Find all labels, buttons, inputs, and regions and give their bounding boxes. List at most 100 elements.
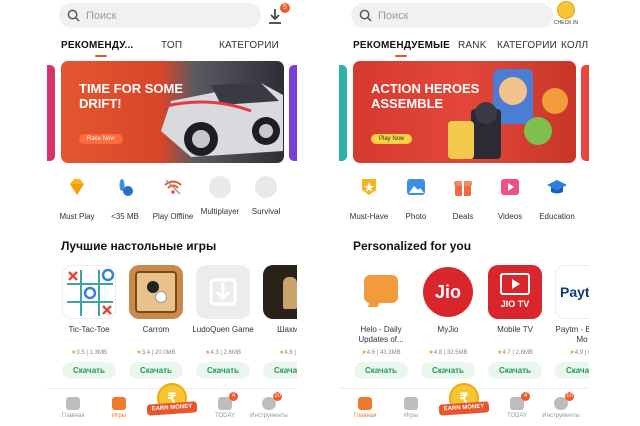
app-name: Mobile TV	[497, 325, 533, 334]
banner-title: TIME FOR SOME DRIFT!	[79, 81, 183, 111]
category-shortcuts: Must-Have Photo Deals Videos Education	[339, 176, 589, 222]
search-icon	[359, 9, 372, 22]
nav-label: TODAY	[214, 413, 236, 419]
banner-prev-peek[interactable]	[339, 65, 347, 161]
earn-money-button[interactable]: ₹ EARN MONEY	[438, 383, 490, 423]
category-shortcuts: Must Play <35 MB Play Offline Multiplaye…	[47, 176, 297, 222]
jio-icon: Jio	[421, 265, 475, 319]
tab-recommended[interactable]: РЕКОМЕНДУ...	[61, 40, 133, 51]
tab-rank[interactable]: RANK	[458, 40, 487, 51]
download-app-button[interactable]: Скачать	[196, 362, 250, 379]
nav-label: Игры	[403, 413, 419, 419]
nav-games[interactable]: Игры	[99, 397, 139, 419]
app-meta: ★4.3 | 2.6MB	[205, 350, 241, 356]
games-icon	[404, 397, 418, 410]
app-name: Paytm - B UPI, Mo	[555, 325, 589, 344]
app-card-chess[interactable]: Шахма ★4.6 | 2 Скачать	[257, 265, 297, 379]
banner-cta-button[interactable]: Race Now	[79, 134, 123, 144]
search-bar[interactable]: Поиск	[351, 3, 553, 28]
nav-today[interactable]: 4 TODAY	[497, 392, 537, 419]
download-button[interactable]: 5	[263, 3, 290, 28]
app-card-tic-tac-toe[interactable]: Tic-Tac-Toe ★3.5 | 1.3MB Скачать	[56, 265, 122, 379]
app-meta: ★4.8 | 32.5MB	[428, 350, 468, 356]
nav-label: Главная	[61, 413, 85, 419]
nav-tools[interactable]: 10 Инструменты	[541, 392, 581, 419]
app-meta: ★3.4 | 20.0MB	[136, 350, 176, 356]
tab-categories[interactable]: КАТЕГОРИИ	[219, 40, 279, 51]
home-screen: Поиск CHECK IN РЕКОМЕНДУЕМЫЕ RANK КАТЕГО…	[339, 0, 589, 426]
nav-label: Игры	[111, 413, 127, 419]
active-tab-indicator	[395, 55, 407, 57]
banner-cta-button[interactable]: Play Now	[371, 134, 413, 144]
download-app-button[interactable]: Скачать	[555, 362, 589, 379]
placeholder-app-icon	[196, 265, 250, 319]
person-icon: 10	[262, 392, 282, 410]
earn-money-button[interactable]: ₹ EARN MONEY	[146, 383, 198, 423]
nav-today[interactable]: 4 TODAY	[205, 392, 245, 419]
banner-next-peek[interactable]	[581, 65, 589, 161]
promo-banner[interactable]: TIME FOR SOME DRIFT! Race Now	[61, 61, 284, 163]
app-name: Tic-Tac-Toe	[68, 325, 110, 334]
app-card-ludoquen[interactable]: LudoQuen Game ★4.3 | 2.6MB Скачать	[190, 265, 256, 379]
tools-badge: 10	[273, 392, 282, 401]
app-name: Helo - Daily Updates of...	[358, 325, 404, 344]
banner-title: ACTION HEROES ASSEMBLE	[371, 81, 480, 111]
multiplayer-icon	[209, 176, 231, 198]
home-icon	[358, 397, 372, 410]
tab-top[interactable]: ТОП	[161, 40, 182, 51]
earn-money-label: EARN MONEY	[438, 401, 490, 416]
category-label: Education	[539, 212, 575, 221]
paytm-icon: Payt	[555, 265, 589, 319]
nav-home[interactable]: Главная	[345, 397, 385, 419]
nav-tools[interactable]: 10 Инструменты	[249, 392, 289, 419]
section-title: Лучшие настольные игры	[61, 239, 217, 253]
app-meta: ★4.6 | 2	[279, 350, 296, 356]
app-name: Carrom	[142, 325, 170, 334]
person-icon: 10	[554, 392, 574, 410]
download-app-button[interactable]: Скачать	[129, 362, 183, 379]
banner-next-peek[interactable]	[289, 65, 297, 161]
check-in-button[interactable]: CHECK IN	[551, 1, 581, 31]
app-card-jiotv[interactable]: JIO TV Mobile TV ★4.7 | 2.6MB Скачать	[482, 265, 548, 379]
app-card-helo[interactable]: Helo - Daily Updates of... ★4.6 | 43.3MB…	[348, 265, 414, 379]
nav-label: TODAY	[506, 413, 528, 419]
app-card-myjio[interactable]: Jio MyJio ★4.8 | 32.5MB Скачать	[415, 265, 481, 379]
earn-money-label: EARN MONEY	[146, 401, 198, 416]
banner-prev-peek[interactable]	[47, 65, 55, 161]
category-education[interactable]: Education	[527, 176, 587, 221]
app-card-paytm[interactable]: Payt Paytm - B UPI, Mo ★4.9 | 61 Скачать	[549, 265, 589, 379]
search-icon	[67, 9, 80, 22]
check-in-label: CHECK IN	[554, 20, 578, 26]
today-badge: 4	[229, 392, 238, 401]
survival-icon	[255, 176, 277, 198]
photo-icon	[407, 179, 425, 195]
jiotv-logo-text: JIO TV	[500, 299, 530, 309]
nav-label: Главная	[353, 413, 377, 419]
app-name: MyJio	[437, 325, 459, 334]
jiotv-icon: JIO TV	[488, 265, 542, 319]
category-survival[interactable]: Survival	[236, 176, 296, 216]
active-tab-indicator	[95, 55, 107, 57]
tab-recommended[interactable]: РЕКОМЕНДУЕМЫЕ	[353, 40, 450, 51]
download-app-button[interactable]: Скачать	[62, 362, 116, 379]
tab-bar: РЕКОМЕНДУЕМЫЕ RANK КАТЕГОРИИ КОЛЛ	[339, 40, 589, 57]
tools-badge: 10	[565, 392, 574, 401]
app-card-carrom[interactable]: Carrom ★3.4 | 20.0MB Скачать	[123, 265, 189, 379]
app-meta: ★4.6 | 43.3MB	[361, 350, 401, 356]
download-app-button[interactable]: Скачать	[488, 362, 542, 379]
download-app-button[interactable]: Скачать	[421, 362, 475, 379]
app-row: Tic-Tac-Toe ★3.5 | 1.3MB Скачать Carrom …	[47, 265, 297, 383]
nav-games[interactable]: Игры	[391, 397, 431, 419]
app-name: Шахма	[277, 325, 297, 334]
badge-icon	[362, 179, 376, 195]
search-bar[interactable]: Поиск	[59, 3, 261, 28]
nav-label: Инструменты	[542, 413, 580, 419]
promo-banner[interactable]: ACTION HEROES ASSEMBLE Play Now	[353, 61, 576, 163]
tab-categories[interactable]: КАТЕГОРИИ	[497, 40, 557, 51]
tab-collections[interactable]: КОЛЛ	[561, 40, 588, 51]
wifi-off-icon	[164, 179, 182, 195]
download-app-button[interactable]: Скачать	[263, 362, 297, 379]
nav-home[interactable]: Главная	[53, 397, 93, 419]
download-app-button[interactable]: Скачать	[354, 362, 408, 379]
jio-logo-text: Jio	[423, 267, 473, 317]
